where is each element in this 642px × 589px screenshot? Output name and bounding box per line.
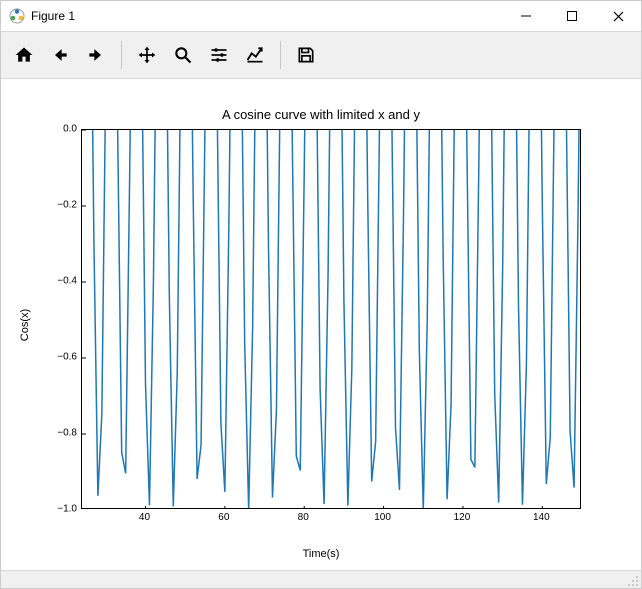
save-button[interactable] [289,38,323,72]
y-tick-label: −1.0 [37,504,77,515]
x-tick-label: 120 [454,512,471,523]
y-axis-label: Cos(x) [19,308,31,340]
x-tick-label: 60 [218,512,229,523]
y-tick-label: 0.0 [37,124,77,135]
y-tick-label: −0.2 [37,200,77,211]
x-axis-label: Time(s) [1,548,641,560]
x-tick-label: 40 [139,512,150,523]
window-title: Figure 1 [31,9,75,23]
minimize-button[interactable] [503,1,549,31]
axes[interactable] [81,129,581,509]
close-button[interactable] [595,1,641,31]
zoom-button[interactable] [166,38,200,72]
resize-grip-icon[interactable] [627,575,639,587]
x-tick-label: 80 [298,512,309,523]
edit-axis-button[interactable] [238,38,272,72]
back-button[interactable] [43,38,77,72]
y-tick-label: −0.4 [37,276,77,287]
toolbar [1,31,641,79]
y-tick-label: −0.8 [37,428,77,439]
pan-button[interactable] [130,38,164,72]
plot-area: A cosine curve with limited x and y Cos(… [1,79,641,570]
toolbar-separator [121,41,122,69]
status-bar [1,570,641,588]
maximize-button[interactable] [549,1,595,31]
app-icon [9,8,25,24]
x-tick-label: 140 [533,512,550,523]
forward-button[interactable] [79,38,113,72]
y-tick-label: −0.6 [37,352,77,363]
toolbar-separator [280,41,281,69]
configure-subplots-button[interactable] [202,38,236,72]
home-button[interactable] [7,38,41,72]
x-tick-label: 100 [374,512,391,523]
plot-title: A cosine curve with limited x and y [1,107,641,122]
window-titlebar: Figure 1 [1,1,641,31]
line-plot [82,130,581,509]
